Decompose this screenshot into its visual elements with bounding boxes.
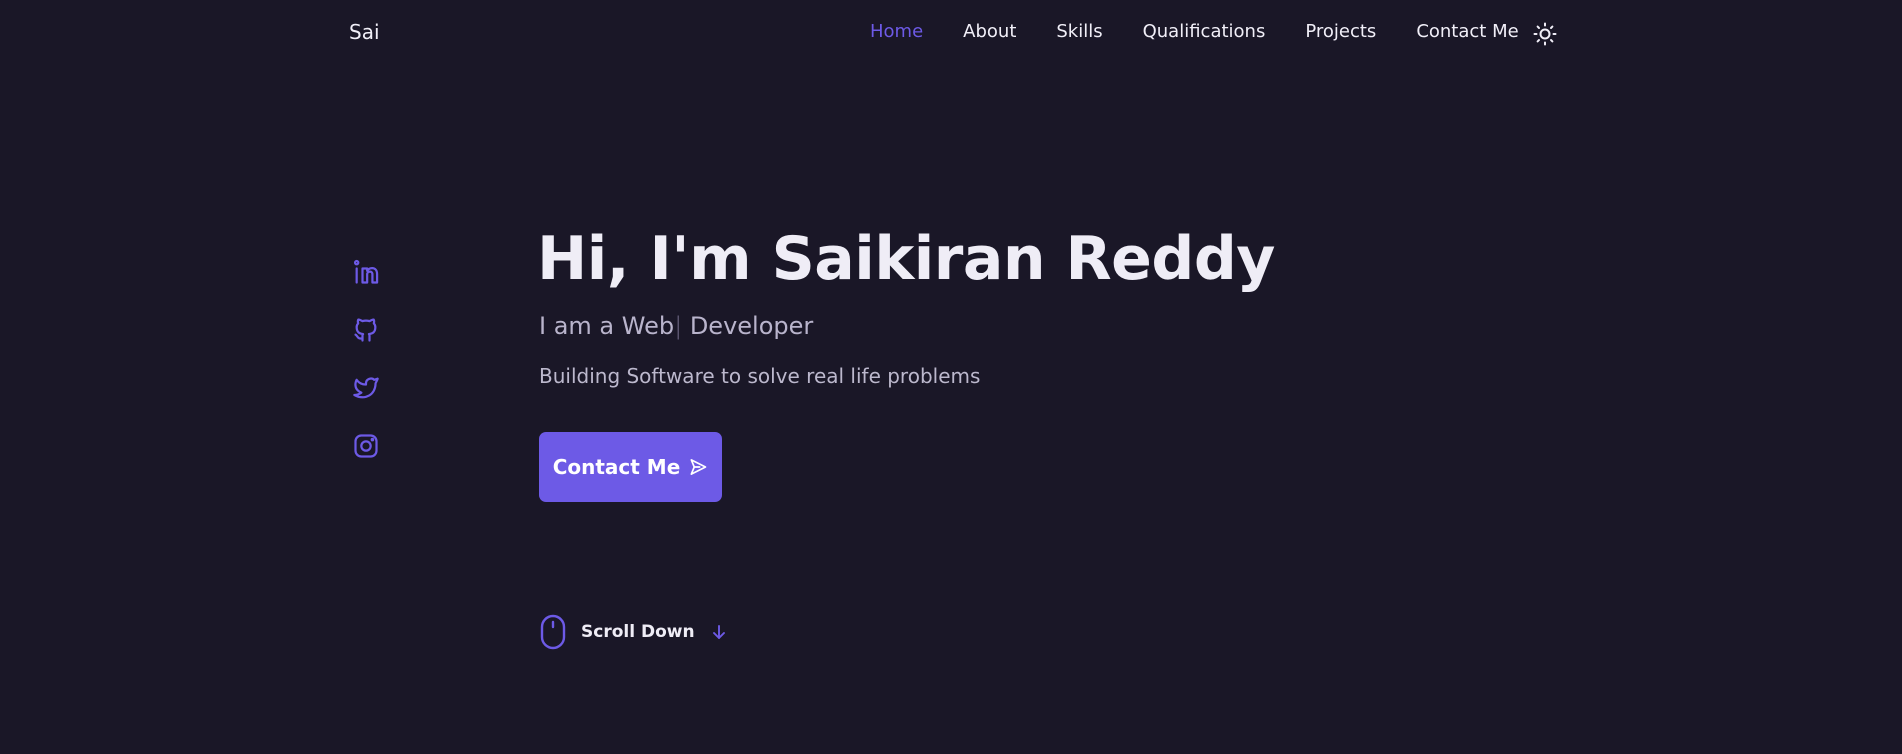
social-links — [352, 258, 380, 490]
instagram-icon[interactable] — [352, 432, 380, 460]
subtitle-suffix: Developer — [682, 312, 814, 340]
nav-skills[interactable]: Skills — [1056, 21, 1102, 42]
github-icon[interactable] — [352, 316, 380, 344]
sun-icon[interactable] — [1533, 22, 1557, 46]
nav-projects[interactable]: Projects — [1305, 21, 1376, 42]
nav-contact[interactable]: Contact Me — [1416, 21, 1518, 42]
hero-subtitle: I am a Web| Developer — [539, 312, 813, 340]
twitter-icon[interactable] — [352, 374, 380, 402]
linkedin-icon[interactable] — [352, 258, 380, 286]
nav-home[interactable]: Home — [870, 21, 923, 42]
subtitle-prefix: I am a Web — [539, 312, 675, 340]
scroll-down-link[interactable]: Scroll Down — [539, 614, 727, 650]
nav-qualifications[interactable]: Qualifications — [1143, 21, 1266, 42]
header: Sai Home About Skills Qualifications Pro… — [0, 0, 1902, 68]
contact-me-button[interactable]: Contact Me — [539, 432, 722, 502]
contact-me-label: Contact Me — [552, 455, 681, 479]
logo[interactable]: Sai — [349, 20, 380, 44]
scroll-down-label: Scroll Down — [581, 622, 695, 642]
typing-cursor: | — [674, 312, 683, 340]
mouse-icon — [540, 614, 566, 650]
main-nav: Home About Skills Qualifications Project… — [870, 21, 1559, 42]
hero-title: Hi, I'm Saikiran Reddy — [537, 224, 1275, 294]
hero-description: Building Software to solve real life pro… — [539, 364, 981, 388]
send-icon — [690, 459, 707, 475]
arrow-down-icon — [712, 625, 725, 639]
page: Sai Home About Skills Qualifications Pro… — [0, 0, 1902, 754]
nav-about[interactable]: About — [963, 21, 1016, 42]
